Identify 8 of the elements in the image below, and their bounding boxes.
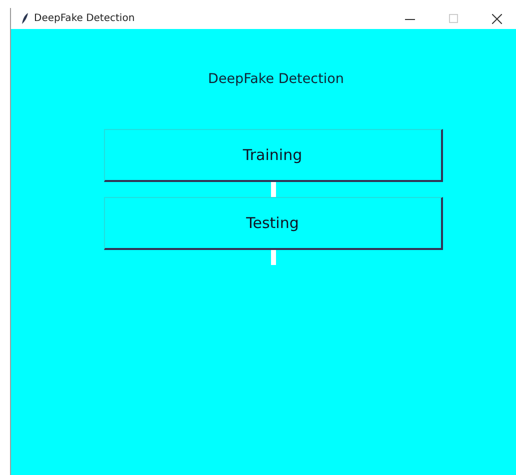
feather-icon xyxy=(22,13,29,24)
separator-bar xyxy=(270,250,276,265)
window-title: DeepFake Detection xyxy=(34,13,135,24)
separator-bar xyxy=(270,182,276,197)
app-heading: DeepFake Detection xyxy=(208,71,344,87)
close-icon[interactable] xyxy=(492,14,502,24)
action-button[interactable]: Training xyxy=(104,129,442,182)
action-button[interactable]: Testing xyxy=(104,197,442,250)
